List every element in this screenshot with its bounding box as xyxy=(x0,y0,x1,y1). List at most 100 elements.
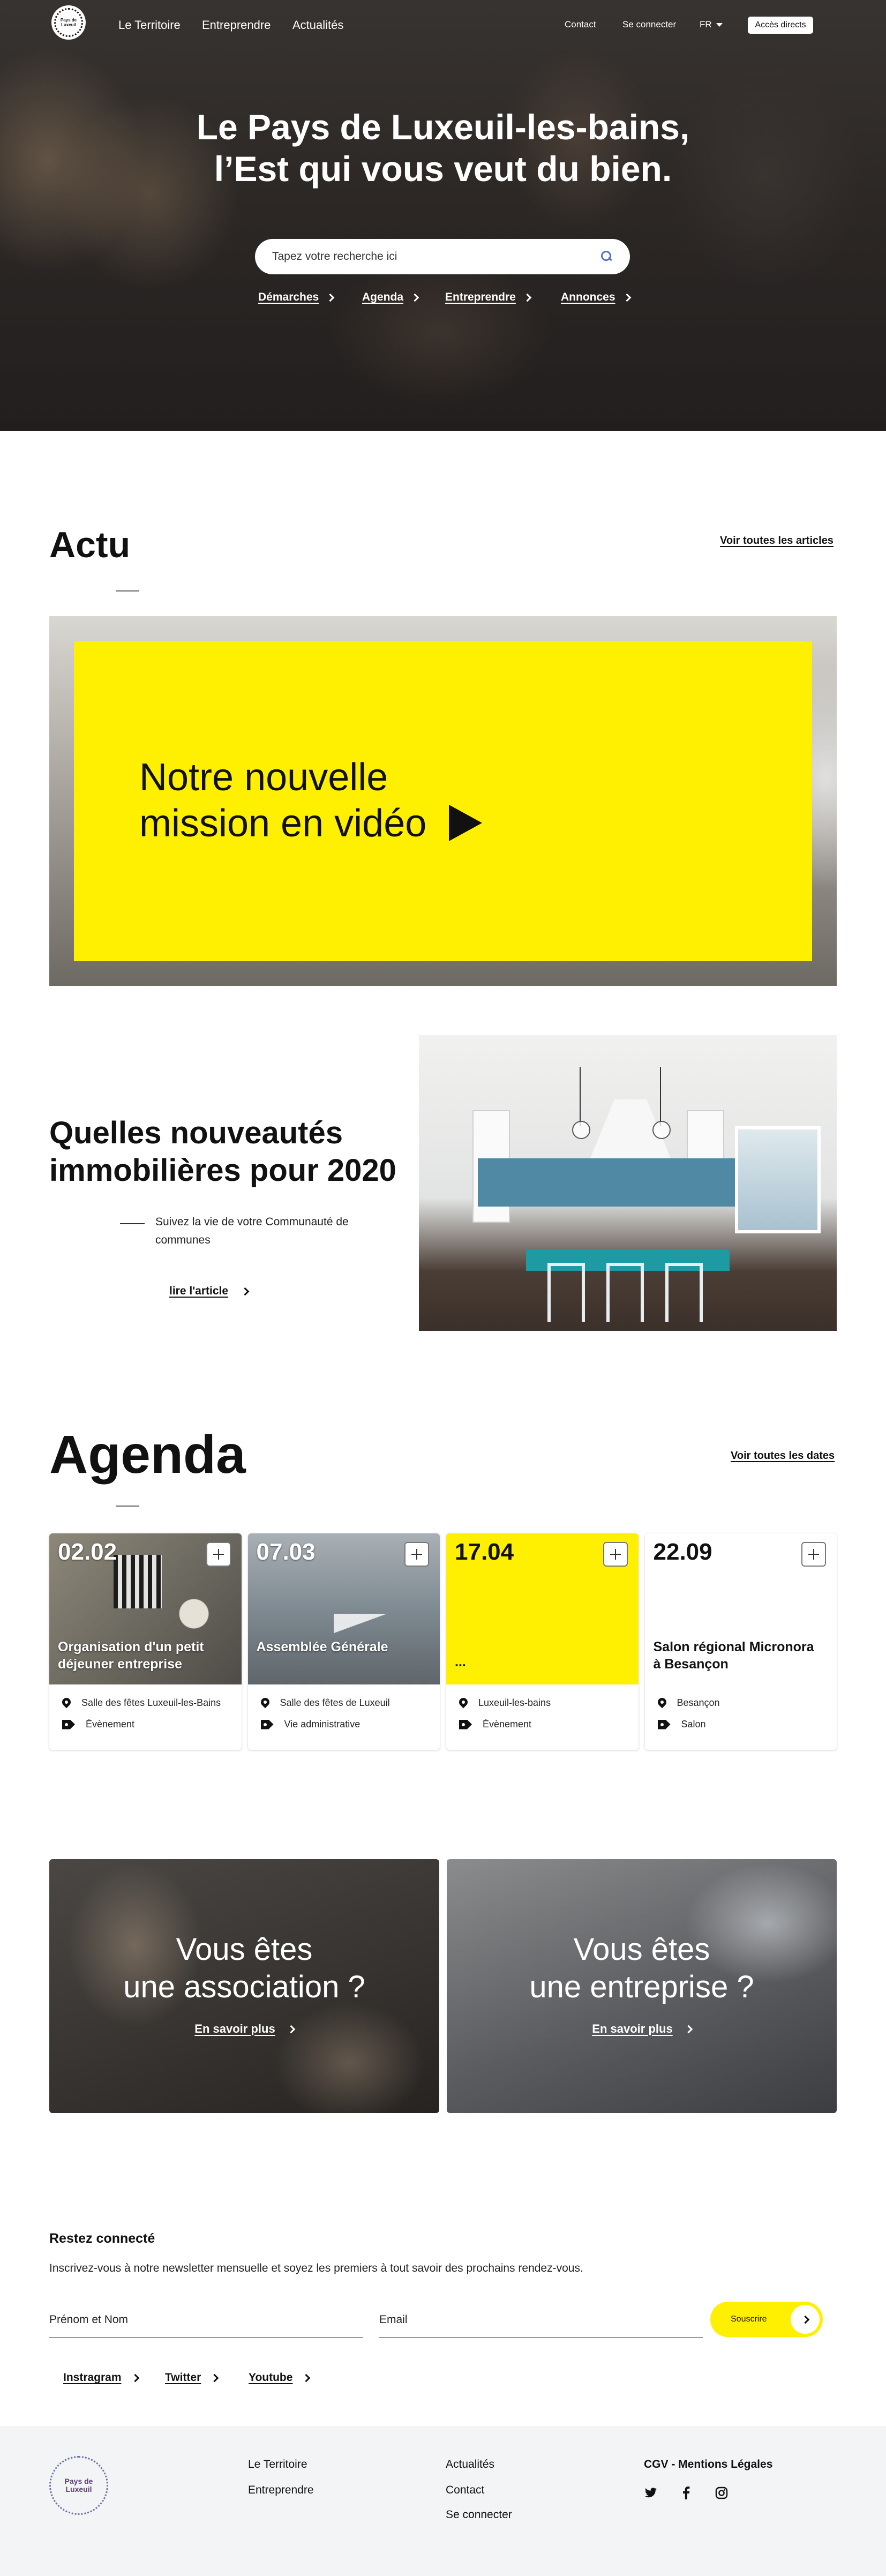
location-pin-icon xyxy=(261,1698,269,1709)
event-place-label: Luxeuil-les-bains xyxy=(478,1697,551,1708)
footer-link-actualites[interactable]: Actualités xyxy=(446,2458,494,2471)
event-place-label: Salle des fêtes de Luxeuil xyxy=(280,1697,390,1708)
quick-link-annonces[interactable]: Annonces xyxy=(561,291,631,304)
footer-logo-text: Pays de Luxeuil xyxy=(64,2477,93,2493)
facebook-icon[interactable] xyxy=(679,2486,693,2500)
read-article-label: lire l'article xyxy=(169,1285,229,1297)
event-category: Salon xyxy=(657,1719,706,1730)
twitter-link[interactable]: Twitter xyxy=(165,2371,219,2384)
logo-text: Pays de Luxeuil xyxy=(60,18,77,27)
footer: Pays de Luxeuil Le Territoire Entreprend… xyxy=(0,2426,886,2576)
search-input[interactable]: Tapez votre recherche ici xyxy=(255,239,630,274)
learn-more-label: En savoir plus xyxy=(592,2022,673,2035)
see-all-articles-link[interactable]: Voir toutes les articles xyxy=(720,535,834,547)
footer-link-login[interactable]: Se connecter xyxy=(446,2508,512,2521)
video-overlay-panel: Notre nouvelle mission en vidéo xyxy=(74,641,812,961)
add-event-icon[interactable] xyxy=(404,1542,429,1567)
site-logo[interactable]: Pays de Luxeuil xyxy=(51,5,86,40)
event-place: Besançon xyxy=(658,1697,720,1709)
event-category: Vie administrative xyxy=(260,1719,360,1730)
event-date: 07.03 xyxy=(256,1539,316,1565)
instagram-link[interactable]: Instragram xyxy=(63,2371,139,2384)
article-subtitle: Suivez la vie de votre Communauté de com… xyxy=(155,1216,349,1246)
divider xyxy=(116,590,139,591)
youtube-link[interactable]: Youtube xyxy=(249,2371,311,2384)
instagram-icon[interactable] xyxy=(715,2486,729,2500)
social-label: Instragram xyxy=(63,2371,122,2384)
chevron-down-icon xyxy=(716,23,723,27)
cta-title: Vous êtes une entreprise ? xyxy=(447,1931,837,2006)
event-card[interactable]: 02.02 Organisation d'un petit déjeuner e… xyxy=(49,1533,242,1750)
quick-link-label: Démarches xyxy=(258,291,319,303)
nav-item-actualites[interactable]: Actualités xyxy=(292,18,343,32)
nav-item-territoire[interactable]: Le Territoire xyxy=(118,18,181,32)
event-category: Évènement xyxy=(62,1719,134,1730)
login-link[interactable]: Se connecter xyxy=(622,19,676,30)
social-label: Twitter xyxy=(165,2371,201,2384)
footer-link-entreprendre[interactable]: Entreprendre xyxy=(248,2484,314,2497)
cta-title-line1: Vous êtes xyxy=(176,1932,313,1967)
cta-title-line2: une association ? xyxy=(123,1970,365,2004)
add-event-icon[interactable] xyxy=(603,1542,628,1567)
event-place: Luxeuil-les-bains xyxy=(459,1697,551,1709)
read-article-link[interactable]: lire l'article xyxy=(169,1285,250,1298)
footer-link-contact[interactable]: Contact xyxy=(446,2484,484,2497)
chevron-right-icon xyxy=(684,2025,693,2033)
event-date: 17.04 xyxy=(455,1539,514,1565)
nav-item-entreprendre[interactable]: Entreprendre xyxy=(202,18,271,32)
language-selector[interactable]: FR xyxy=(700,19,723,30)
cta-title-line2: une entreprise ? xyxy=(529,1970,754,2004)
location-pin-icon xyxy=(658,1698,666,1709)
event-place: Salle des fêtes de Luxeuil xyxy=(261,1697,390,1709)
name-field[interactable]: Prénom et Nom xyxy=(49,2309,363,2338)
location-pin-icon xyxy=(459,1698,468,1709)
event-card[interactable]: 07.03 Assemblée Générale Salle des fêtes… xyxy=(247,1533,440,1750)
article-title[interactable]: Quelles nouveautés immobilières pour 202… xyxy=(49,1114,397,1189)
quick-link-agenda[interactable]: Agenda xyxy=(362,291,419,304)
chevron-right-icon xyxy=(523,293,532,302)
tag-icon xyxy=(459,1719,472,1729)
association-cta[interactable]: Vous êtes une association ? En savoir plu… xyxy=(49,1859,439,2113)
event-card[interactable]: 22.09 Salon régional Micronora à Besanço… xyxy=(644,1533,837,1750)
quick-link-demarches[interactable]: Démarches xyxy=(258,291,335,304)
event-category-label: Salon xyxy=(681,1719,706,1729)
kitchen-window xyxy=(735,1126,821,1233)
quick-link-label: Annonces xyxy=(561,291,615,303)
learn-more-link[interactable]: En savoir plus xyxy=(49,2022,439,2036)
video-card[interactable]: Notre nouvelle mission en vidéo xyxy=(49,616,837,986)
footer-logo[interactable]: Pays de Luxeuil xyxy=(49,2456,108,2515)
legal-link[interactable]: CGV - Mentions Légales xyxy=(644,2458,772,2471)
twitter-icon[interactable] xyxy=(644,2486,658,2500)
add-event-icon[interactable] xyxy=(801,1542,826,1567)
tag-icon xyxy=(260,1719,274,1729)
footer-link-territoire[interactable]: Le Territoire xyxy=(248,2458,307,2471)
quick-link-entreprendre[interactable]: Entreprendre xyxy=(445,291,532,304)
location-pin-icon xyxy=(62,1698,71,1709)
agenda-cards: 02.02 Organisation d'un petit déjeuner e… xyxy=(49,1533,837,1750)
event-category: Évènement xyxy=(459,1719,531,1730)
event-place: Salle des fêtes Luxeuil-les-Bains xyxy=(62,1697,221,1709)
enterprise-cta[interactable]: Vous êtes une entreprise ? En savoir plus xyxy=(447,1859,837,2113)
contact-link[interactable]: Contact xyxy=(565,19,596,30)
play-icon[interactable] xyxy=(449,805,482,841)
add-event-icon[interactable] xyxy=(206,1542,231,1567)
quick-link-label: Entreprendre xyxy=(445,291,516,303)
quick-link-label: Agenda xyxy=(362,291,404,303)
subscribe-button[interactable]: Souscrire xyxy=(710,2302,823,2337)
access-button[interactable]: Accès directs xyxy=(748,17,813,34)
see-all-dates-link[interactable]: Voir toutes les dates xyxy=(731,1450,835,1462)
chevron-right-icon xyxy=(410,293,419,302)
chevron-right-icon xyxy=(622,293,631,302)
article-image[interactable] xyxy=(419,1035,837,1331)
video-title: Notre nouvelle mission en vidéo xyxy=(139,756,427,845)
learn-more-link[interactable]: En savoir plus xyxy=(447,2022,837,2036)
email-field[interactable]: Email xyxy=(379,2309,703,2338)
chevron-right-icon xyxy=(211,2373,219,2382)
cta-title: Vous êtes une association ? xyxy=(49,1931,439,2006)
event-title: ... xyxy=(455,1654,466,1669)
search-icon[interactable] xyxy=(601,251,613,263)
search-placeholder: Tapez votre recherche ici xyxy=(272,250,397,263)
event-card[interactable]: 17.04 ... Luxeuil-les-bains Évènement xyxy=(446,1533,639,1750)
event-place-label: Besançon xyxy=(677,1697,720,1708)
kitchen-stool xyxy=(547,1263,585,1322)
